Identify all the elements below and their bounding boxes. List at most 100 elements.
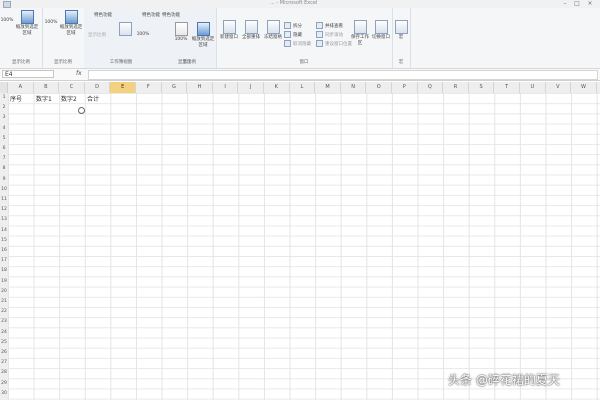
macros-icon [394, 20, 408, 34]
row-header-10[interactable]: 10 [0, 187, 8, 192]
new-window-button[interactable]: 新建窗口 [218, 20, 240, 41]
split-button[interactable]: 拆分 [284, 22, 302, 30]
column-header-j[interactable]: J [238, 82, 264, 93]
column-header-i[interactable]: I [213, 82, 239, 93]
sync-scroll-button[interactable]: 同步滚动 [316, 31, 343, 39]
column-header-o[interactable]: O [366, 82, 392, 93]
row-header-9[interactable]: 9 [0, 177, 8, 182]
blurred-text: 显示比例 [88, 33, 106, 38]
maximize-button[interactable]: □ [572, 0, 582, 8]
row-header-6[interactable]: 6 [0, 146, 8, 151]
quick-access-icon[interactable] [3, 1, 11, 8]
zoom-to-selection-button-b[interactable]: 缩放到选定区域 [58, 10, 84, 37]
freeze-icon [266, 20, 280, 34]
row-header-1[interactable]: 1 [0, 95, 8, 100]
zoom-button[interactable] [118, 22, 132, 37]
column-header-d[interactable]: D [85, 82, 111, 93]
row-header-17[interactable]: 17 [0, 258, 8, 263]
arrange-all-button[interactable]: 全部重排 [240, 20, 262, 41]
column-header-f[interactable]: F [136, 82, 162, 93]
column-header-t[interactable]: T [494, 82, 520, 93]
row-header-16[interactable]: 16 [0, 248, 8, 253]
column-header-k[interactable]: K [264, 82, 290, 93]
row-header-30[interactable]: 30 [0, 391, 8, 396]
cell-d1[interactable]: 合计 [87, 94, 99, 103]
page-icon [174, 22, 188, 36]
side-by-side-button[interactable]: 并排查看 [316, 22, 343, 30]
zoom-to-selection-button-c[interactable]: 缩放到选定区域 [190, 22, 216, 49]
macros-button[interactable]: 宏 [394, 20, 408, 41]
row-header-11[interactable]: 11 [0, 197, 8, 202]
side-by-side-icon [316, 22, 323, 29]
save-workspace-button[interactable]: 保存工作区 [350, 20, 370, 47]
row-header-21[interactable]: 21 [0, 299, 8, 304]
save-workspace-icon [353, 20, 367, 34]
ribbon-group-window: 新建窗口 全部重排 冻结窗格 拆分 隐藏 取消隐藏 并排查看 同步滚动 重设窗口… [216, 8, 393, 68]
zoom-100-button-c[interactable]: 100% [134, 32, 152, 38]
hide-button[interactable]: 隐藏 [284, 31, 302, 39]
row-header-24[interactable]: 24 [0, 330, 8, 335]
formula-input[interactable] [88, 70, 598, 80]
row-header-4[interactable]: 4 [0, 126, 8, 131]
cell-c1[interactable]: 数字2 [61, 94, 77, 103]
select-all-corner[interactable] [0, 82, 8, 93]
cell-b1[interactable]: 数字1 [36, 94, 52, 103]
row-header-23[interactable]: 23 [0, 319, 8, 324]
column-header-q[interactable]: Q [418, 82, 444, 93]
row-header-26[interactable]: 26 [0, 350, 8, 355]
column-header-e[interactable]: E [110, 82, 136, 93]
row-header-22[interactable]: 22 [0, 309, 8, 314]
zoom-100-button[interactable]: 100% [0, 18, 14, 24]
close-button[interactable]: × [585, 0, 595, 8]
row-header-12[interactable]: 12 [0, 207, 8, 212]
name-box[interactable]: E4 [2, 70, 54, 78]
row-header-14[interactable]: 14 [0, 228, 8, 233]
row-header-29[interactable]: 29 [0, 381, 8, 386]
arrange-icon [244, 20, 258, 34]
column-header-p[interactable]: P [392, 82, 418, 93]
row-header-25[interactable]: 25 [0, 340, 8, 345]
column-header-s[interactable]: S [469, 82, 495, 93]
row-header-15[interactable]: 15 [0, 238, 8, 243]
column-header-m[interactable]: M [315, 82, 341, 93]
row-header-5[interactable]: 5 [0, 136, 8, 141]
formula-bar: E4 fx [0, 69, 600, 81]
column-header-l[interactable]: L [290, 82, 316, 93]
column-header-c[interactable]: C [59, 82, 85, 93]
ribbon-group-label: 显示比例 [178, 60, 196, 65]
row-header-3[interactable]: 3 [0, 115, 8, 120]
unhide-icon [284, 40, 291, 47]
column-header-r[interactable]: R [443, 82, 469, 93]
column-header-g[interactable]: G [162, 82, 188, 93]
column-header-w[interactable]: W [571, 82, 597, 93]
zoom-100-button-b[interactable]: 100% [44, 20, 58, 26]
reset-position-button[interactable]: 重设窗口位置 [316, 40, 352, 48]
freeze-panes-button[interactable]: 冻结窗格 [262, 20, 284, 41]
row-header-27[interactable]: 27 [0, 360, 8, 365]
column-header-n[interactable]: N [341, 82, 367, 93]
row-header-8[interactable]: 8 [0, 166, 8, 171]
minimize-button[interactable]: – [560, 0, 570, 8]
column-header-v[interactable]: V [546, 82, 572, 93]
column-header-u[interactable]: U [520, 82, 546, 93]
fx-icon[interactable]: fx [76, 70, 82, 77]
zoom-to-selection-button[interactable]: 缩放到选定区域 [14, 10, 40, 37]
column-header-h[interactable]: H [187, 82, 213, 93]
row-header-18[interactable]: 18 [0, 268, 8, 273]
row-header-7[interactable]: 7 [0, 156, 8, 161]
column-header-b[interactable]: B [34, 82, 60, 93]
worksheet-grid[interactable] [8, 93, 600, 400]
row-header-20[interactable]: 20 [0, 289, 8, 294]
new-window-icon [222, 20, 236, 34]
row-header-13[interactable]: 13 [0, 217, 8, 222]
ribbon-group-zoom-2: 100% 缩放到选定区域 显示比例 [42, 8, 85, 68]
unhide-button[interactable]: 取消隐藏 [284, 40, 311, 48]
row-header-28[interactable]: 28 [0, 370, 8, 375]
switch-windows-button[interactable]: 切换窗口 [370, 20, 392, 41]
reset-position-icon [316, 40, 323, 47]
column-header-a[interactable]: A [8, 82, 34, 93]
row-header-19[interactable]: 19 [0, 279, 8, 284]
cell-a1[interactable]: 序号 [10, 94, 22, 103]
row-header-2[interactable]: 2 [0, 105, 8, 110]
zoom-100-icon-button[interactable]: 100% [174, 22, 188, 43]
